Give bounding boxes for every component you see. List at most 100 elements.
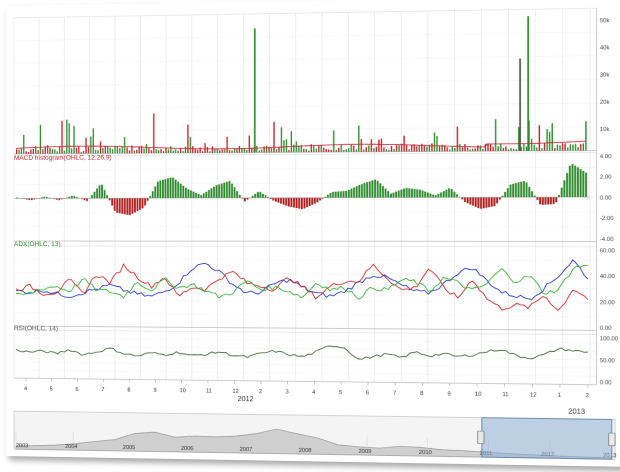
volume-bar [549, 132, 550, 151]
volume-bar [503, 148, 504, 151]
macd-histogram-bar [335, 192, 337, 198]
macd-histogram-bar [485, 197, 487, 207]
volume-bar [95, 150, 96, 154]
macd-histogram-bar [491, 197, 493, 206]
volume-bar [59, 146, 60, 154]
volume-bar [105, 146, 106, 153]
macd-histogram-bar [182, 186, 184, 198]
macd-histogram-bar [327, 195, 329, 198]
navigator-right-handle[interactable] [609, 433, 616, 446]
volume-bar [303, 149, 304, 152]
macd-histogram-bar [416, 189, 418, 197]
navigator-left-handle[interactable] [478, 431, 484, 444]
navigator-year-label: 2009 [359, 449, 372, 455]
macd-histogram-bar [165, 179, 167, 198]
macd-histogram-bar [167, 178, 169, 198]
volume-bar [134, 151, 135, 154]
volume-bar [129, 150, 130, 153]
x-tick-label: 6 [75, 387, 78, 393]
volume-bar [452, 147, 453, 151]
macd-histogram-bar [366, 182, 368, 197]
macd-histogram-bar [134, 198, 136, 212]
macd-y-tick-label: 2.00 [600, 175, 612, 181]
macd-histogram-bar [371, 180, 373, 197]
volume-bar [331, 150, 332, 152]
macd-histogram-bar [272, 198, 274, 201]
volume-bar [554, 148, 555, 151]
macd-histogram-bar [43, 197, 45, 199]
macd-histogram-bar [262, 194, 264, 198]
volume-bar [175, 149, 176, 153]
macd-histogram-bar [395, 192, 397, 198]
macd-histogram-bar [223, 183, 225, 198]
macd-histogram-bar [464, 197, 466, 202]
volume-bar [259, 150, 260, 152]
macd-histogram-bar [73, 196, 75, 198]
macd-histogram-bar [124, 198, 126, 214]
volume-bar [541, 148, 542, 151]
macd-histogram-bar [236, 191, 238, 198]
volume-bar [136, 150, 137, 154]
macd-histogram-bar [475, 197, 477, 207]
macd-histogram-bar [534, 196, 536, 198]
macd-histogram-bar [542, 197, 544, 205]
macd-histogram-bar [121, 198, 123, 214]
volume-bar [151, 150, 152, 153]
macd-histogram-bar [499, 197, 501, 199]
volume-bar [485, 144, 486, 151]
volume-bar [263, 146, 264, 152]
x-tick-label: 10 [180, 388, 186, 394]
macd-histogram-bar [119, 198, 121, 213]
macd-histogram-bar [493, 197, 495, 206]
macd-histogram-bar [382, 186, 384, 198]
volume-bar [411, 145, 412, 152]
macd-histogram-bar [539, 197, 541, 204]
volume-bar [45, 147, 46, 153]
macd-histogram-bar [111, 198, 113, 205]
macd-histogram-bar [129, 198, 131, 215]
volume-bar [515, 149, 516, 151]
volume-bar [160, 149, 161, 153]
volume-bar [246, 150, 247, 153]
x-tick-label: 5 [339, 390, 342, 396]
macd-histogram-bar [496, 197, 498, 203]
volume-bar [222, 150, 223, 153]
macd-y-tick-label: 4.00 [600, 154, 612, 160]
volume-bar [296, 141, 297, 152]
macd-histogram-bar [566, 173, 568, 197]
macd-histogram-bar [550, 197, 552, 204]
macd-histogram-bar [283, 198, 285, 205]
macd-histogram-bar [205, 192, 207, 198]
navigator-selected-range[interactable] [482, 418, 612, 460]
macd-histogram-bar [393, 193, 395, 198]
rsi-panel-label: RSI(OHLC, 14) [14, 325, 58, 332]
volume-bar [23, 135, 24, 154]
macd-histogram-bar [569, 166, 571, 197]
macd-histogram-bar [126, 198, 128, 215]
volume-bar [30, 149, 31, 153]
macd-histogram-bar [445, 190, 447, 198]
macd-histogram-bar [461, 197, 463, 199]
macd-histogram-bar [239, 195, 241, 198]
macd-histogram-bar [488, 197, 490, 207]
macd-histogram-bar [31, 198, 33, 200]
volume-bar [403, 136, 404, 152]
volume-bar [214, 149, 215, 153]
macd-histogram-bar [451, 189, 453, 197]
x-tick-label: 10 [475, 392, 482, 398]
volume-bar [381, 139, 382, 152]
volume-bar [112, 149, 113, 153]
volume-bar [513, 149, 514, 151]
macd-histogram-bar [419, 190, 421, 198]
macd-histogram-bar [411, 189, 413, 198]
volume-bar [429, 145, 430, 151]
volume-bar [97, 150, 98, 153]
macd-histogram-bar [149, 196, 151, 198]
volume-bar [102, 148, 103, 153]
macd-histogram-bar [437, 194, 439, 198]
volume-bar [454, 148, 455, 151]
volume-bar [165, 148, 166, 153]
macd-histogram-bar [314, 198, 316, 204]
volume-bar [585, 121, 586, 150]
volume-bar [368, 145, 369, 151]
